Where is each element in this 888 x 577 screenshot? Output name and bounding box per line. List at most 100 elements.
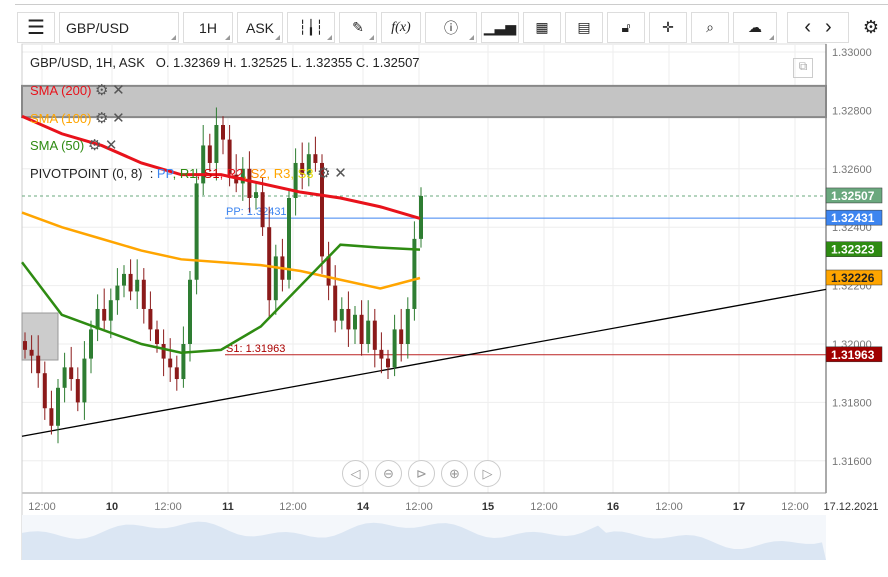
s1-label: S1: 1.31963 [226, 343, 285, 355]
candle-body [56, 387, 60, 426]
price-tag-label: 1.32226 [831, 271, 875, 285]
x-tick-label: 15 [482, 501, 494, 513]
drawn-rectangle [21, 84, 827, 119]
price-chart[interactable]: 1.330001.328001.326001.324001.322001.320… [0, 0, 888, 577]
scroll-left-icon[interactable]: ◁ [342, 460, 369, 487]
candle-body [155, 329, 159, 344]
pivot-item-r1: , R1 [172, 166, 197, 181]
pivot-item-r3: , R3 [266, 166, 291, 181]
candle-body [221, 125, 225, 140]
candle-body [392, 329, 397, 368]
x-tick-label: 10 [106, 501, 118, 513]
candle-body [161, 344, 166, 359]
candle-body [42, 373, 47, 409]
gear-icon[interactable]: ⚙ [95, 82, 108, 99]
candle-body [273, 256, 278, 301]
price-tag-label: 1.32431 [831, 211, 875, 225]
candle-body [188, 279, 192, 344]
x-tick-label: 12:00 [530, 501, 558, 513]
x-tick-label: 17 [733, 501, 745, 513]
candle-body [108, 300, 113, 321]
x-tick-label: 17.12.2021 [823, 501, 878, 513]
sma100-label: SMA (100) [30, 111, 92, 126]
sma50-legend: SMA (50) ⚙ ✕ [30, 136, 117, 154]
candle-body [128, 273, 133, 292]
candle-body [181, 344, 186, 380]
reset-icon[interactable]: ⊳ [408, 460, 435, 487]
close-icon[interactable]: ✕ [112, 82, 125, 99]
x-tick-label: 12:00 [781, 501, 809, 513]
scroll-right-icon[interactable]: ▷ [474, 460, 501, 487]
candle-body [333, 285, 338, 321]
candle-body [405, 308, 410, 344]
candle-body [75, 379, 80, 403]
candle-body [135, 279, 140, 292]
candle-body [287, 198, 291, 280]
candle-body [366, 320, 371, 344]
y-tick-label: 1.31800 [832, 397, 872, 409]
x-tick-label: 12:00 [405, 501, 433, 513]
ohlc-header: GBP/USD, 1H, ASK O. 1.32369 H. 1.32525 L… [30, 55, 420, 70]
close-icon[interactable]: ✕ [105, 137, 118, 154]
drawn-rectangle-small [21, 312, 59, 361]
candle-body [207, 145, 212, 163]
zoom-in-icon[interactable]: ⊕ [441, 460, 468, 487]
sma200-label: SMA (200) [30, 83, 92, 98]
gear-icon[interactable]: ⚙ [88, 137, 101, 154]
close-icon[interactable]: ✕ [334, 165, 347, 182]
candle-body [254, 192, 258, 198]
pivot-legend: PIVOTPOINT (0, 8) : PP, R1, S1, R2, S2, … [30, 164, 347, 182]
x-tick-label: 14 [357, 501, 370, 513]
zoom-out-icon[interactable]: ⊖ [375, 460, 402, 487]
x-tick-label: 12:00 [28, 501, 56, 513]
zoom-controls: ◁ ⊖ ⊳ ⊕ ▷ [342, 460, 501, 487]
candle-body [399, 329, 404, 344]
candle-body [313, 154, 318, 163]
pivot-item-s2: , S2 [243, 166, 267, 181]
candle-body [36, 355, 41, 374]
candle-body [168, 358, 173, 368]
ohlc-values: O. 1.32369 H. 1.32525 L. 1.32355 C. 1.32… [155, 55, 420, 70]
x-tick-label: 12:00 [279, 501, 307, 513]
pivot-label: PIVOTPOINT (0, 8) [30, 166, 143, 181]
candle-body [267, 227, 272, 301]
sma50-label: SMA (50) [30, 138, 85, 153]
candle-body [122, 273, 126, 286]
x-tick-label: 12:00 [154, 501, 182, 513]
y-tick-label: 1.32600 [832, 164, 872, 176]
candle-body [49, 408, 54, 426]
candle-body [89, 329, 93, 359]
pivot-item-s1: , S1 [196, 166, 220, 181]
sma100-legend: SMA (100) ⚙ ✕ [30, 109, 125, 127]
sma200-legend: SMA (200) ⚙ ✕ [30, 81, 125, 99]
candle-body [62, 367, 67, 388]
price-tag-label: 1.31963 [831, 348, 875, 362]
x-tick-label: 12:00 [655, 501, 683, 513]
candle-body [69, 367, 74, 380]
candle-body [29, 349, 34, 356]
price-tag-label: 1.32323 [831, 243, 875, 257]
y-tick-label: 1.31600 [832, 456, 872, 468]
candle-body [194, 183, 199, 280]
candle-body [115, 285, 120, 301]
candle-body [148, 308, 153, 330]
candle-body [353, 314, 357, 330]
candle-body [82, 358, 87, 403]
candle-body [174, 367, 179, 380]
candle-body [346, 308, 351, 330]
close-icon[interactable]: ✕ [112, 110, 125, 127]
candle-body [23, 341, 27, 350]
x-tick-label: 16 [607, 501, 619, 513]
candle-body [326, 256, 331, 286]
candle-body [372, 320, 377, 350]
x-tick-label: 11 [222, 501, 234, 513]
pivot-item-s3: , S3 [290, 166, 314, 181]
candle-body [141, 279, 146, 309]
gear-icon[interactable]: ⚙ [95, 110, 108, 127]
popout-icon[interactable]: ⧉ [793, 58, 813, 78]
pivot-item-r2: , R2 [219, 166, 244, 181]
y-tick-label: 1.33000 [832, 47, 872, 59]
gear-icon[interactable]: ⚙ [317, 165, 330, 182]
y-tick-label: 1.32800 [832, 105, 872, 117]
chart-title: GBP/USD, 1H, ASK [30, 55, 145, 70]
